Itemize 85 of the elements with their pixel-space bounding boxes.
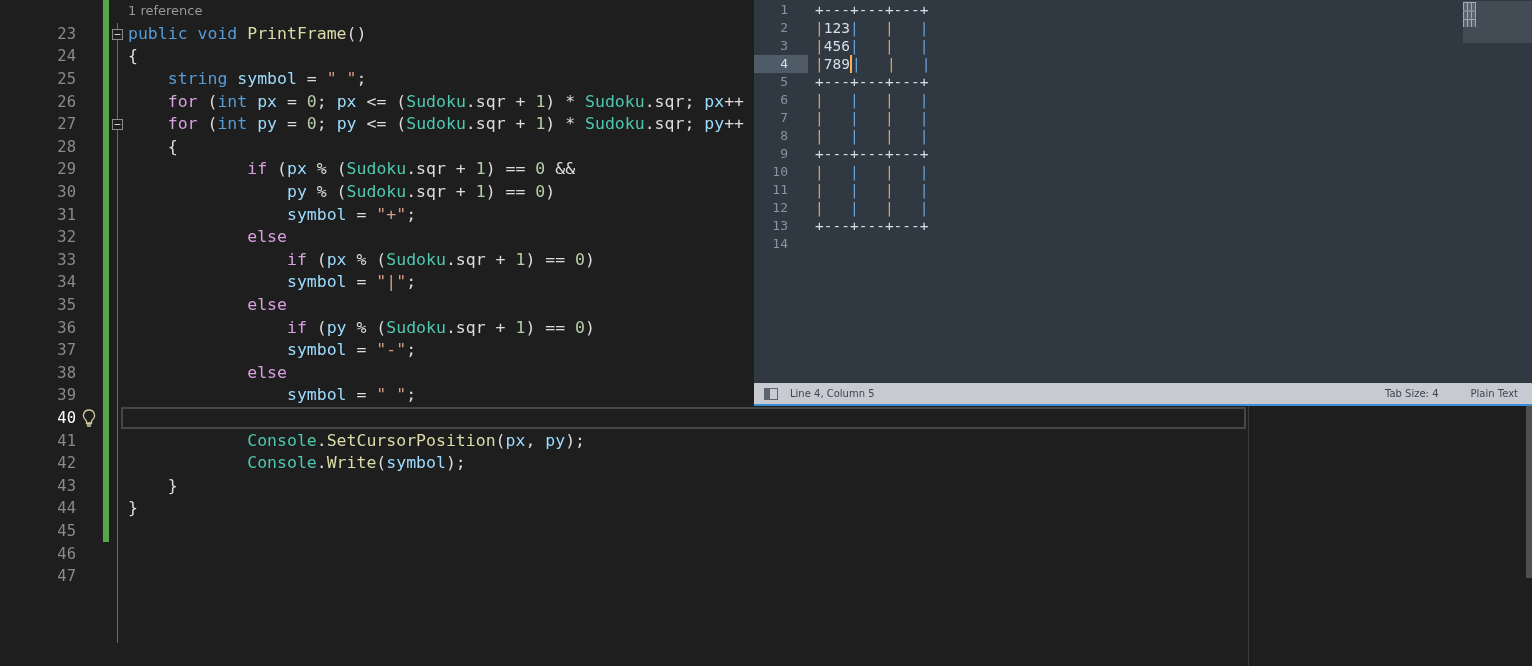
line-number: 31 — [57, 205, 76, 224]
scrollbar-thumb[interactable] — [1526, 406, 1532, 578]
line-number: 28 — [57, 137, 76, 156]
line-number: 24 — [57, 47, 76, 66]
line-number: 25 — [57, 70, 76, 89]
line-number: 36 — [57, 318, 76, 337]
line-number: 33 — [57, 250, 76, 269]
text-line: | | | | — [815, 199, 929, 217]
line-number: 23 — [57, 24, 76, 43]
line-number: 27 — [57, 115, 76, 134]
collapse-icon[interactable] — [112, 118, 123, 130]
code-line: symbol = " "; — [285, 386, 417, 405]
code-line: py % (Sudoku.sqr + 1) == 0) — [285, 183, 556, 202]
line-number: 43 — [57, 476, 76, 495]
cursor-position: Line 4, Column 5 — [790, 388, 875, 399]
text-line: +---+---+---+ — [815, 145, 929, 163]
code-line: symbol = "|"; — [285, 273, 417, 292]
text-line: | | | | — [815, 109, 929, 127]
minimap-drawing — [1463, 2, 1476, 28]
line-number: 11 — [771, 181, 789, 199]
text-line: +---+---+---+ — [815, 217, 929, 235]
line-number: 9 — [779, 145, 789, 163]
code-line: else — [246, 363, 287, 382]
minimap[interactable] — [1463, 1, 1532, 43]
tab-size-selector[interactable]: Tab Size: 4 — [1385, 388, 1439, 399]
line-number: 7 — [779, 109, 789, 127]
line-number: 30 — [57, 183, 76, 202]
text-line: |123| | | — [815, 19, 929, 37]
line-number: 2 — [779, 19, 789, 37]
text-line: | | | | — [815, 127, 929, 145]
line-number: 29 — [57, 160, 76, 179]
line-number: 35 — [57, 296, 76, 314]
code-line: string symbol = " "; — [166, 70, 367, 89]
line-number: 39 — [57, 386, 76, 405]
collapse-icon[interactable] — [112, 28, 123, 40]
code-line: else — [246, 228, 287, 247]
text-line: +---+---+---+ — [815, 73, 929, 91]
line-number: 37 — [57, 341, 76, 360]
line-number: 46 — [57, 544, 76, 563]
line-number: 40 — [57, 409, 76, 427]
line-number: 26 — [57, 92, 76, 111]
line-number: 3 — [779, 37, 789, 55]
reference-count-link[interactable]: 1 reference — [128, 3, 203, 20]
text-line: +---+---+---+ — [815, 1, 929, 19]
panel-toggle-icon[interactable] — [764, 387, 778, 400]
line-number: 44 — [57, 499, 76, 518]
line-number: 5 — [779, 73, 789, 91]
code-line: Console.Write(symbol); — [246, 454, 466, 473]
code-line: if (py % (Sudoku.sqr + 1) == 0) — [285, 318, 595, 337]
line-number: 12 — [771, 199, 789, 217]
code-line: } — [128, 499, 138, 518]
code-line: if (px % (Sudoku.sqr + 1) == 0 && — [246, 160, 576, 179]
lightbulb-icon[interactable] — [82, 409, 96, 427]
text-cursor — [849, 55, 852, 73]
code-line: else — [246, 296, 287, 314]
line-number: 32 — [57, 228, 76, 247]
line-number: 41 — [57, 431, 76, 450]
text-line: | | | | — [815, 91, 929, 109]
code-line: } — [166, 476, 178, 495]
line-number: 6 — [779, 91, 789, 109]
code-line: for (int px = 0; px <= (Sudoku.sqr + 1) * Sudoku.sqr; px++ — [166, 92, 745, 111]
line-number: 1 — [779, 1, 789, 19]
code-line: { — [166, 137, 178, 156]
line-number: 42 — [57, 454, 76, 473]
line-number: 45 — [57, 521, 76, 540]
line-number: 38 — [57, 363, 76, 382]
line-number: 8 — [779, 127, 789, 145]
text-line: |789| | | — [815, 55, 931, 73]
line-number: 4 — [754, 55, 808, 73]
code-line: public void PrintFrame() — [128, 24, 367, 43]
code-line: Console.SetCursorPosition(px, py); — [246, 431, 585, 450]
text-line: |456| | | — [815, 37, 929, 55]
syntax-selector[interactable]: Plain Text — [1470, 388, 1518, 399]
line-number: 13 — [771, 217, 789, 235]
code-line: { — [128, 47, 138, 66]
code-line: symbol = "-"; — [285, 341, 417, 360]
line-number: 14 — [771, 235, 789, 253]
code-line: for (int py = 0; py <= (Sudoku.sqr + 1) * Sudoku.sqr; py++ — [166, 115, 745, 134]
line-number: 10 — [771, 163, 789, 181]
text-line: | | | | — [815, 181, 929, 199]
code-line: if (px % (Sudoku.sqr + 1) == 0) — [285, 250, 595, 269]
line-number: 47 — [57, 567, 76, 586]
text-line: | | | | — [815, 163, 929, 181]
line-number: 34 — [57, 273, 76, 292]
code-line: symbol = "+"; — [285, 205, 417, 224]
